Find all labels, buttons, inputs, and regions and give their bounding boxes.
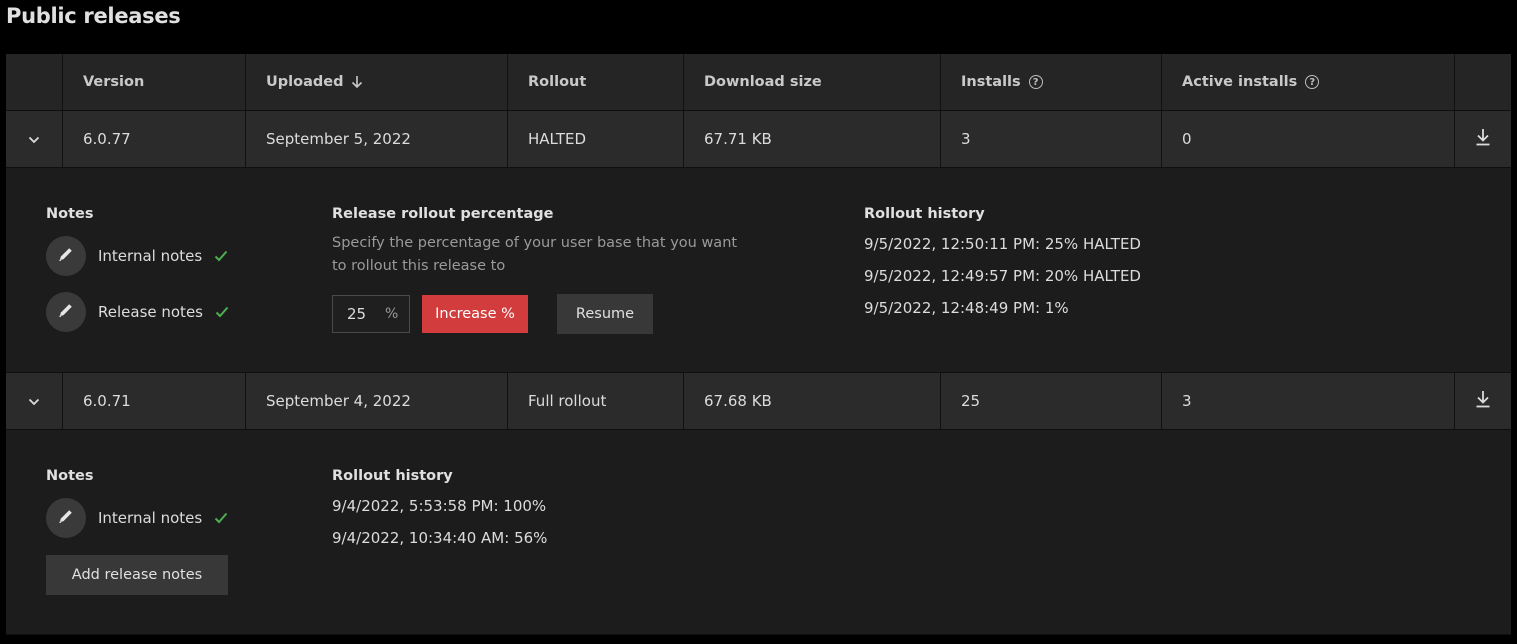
internal-notes-item[interactable]: Internal notes [46,236,228,276]
percentage-value[interactable]: 25 [347,305,377,323]
checkmark-icon [215,306,229,318]
rollout-history-title: Rollout history [332,468,453,484]
notes-title: Notes [46,206,94,222]
pencil-icon [57,301,75,323]
column-label: Active installs [1182,74,1298,90]
page-title: Public releases [6,4,181,28]
table-row[interactable]: 6.0.71 September 4, 2022 Full rollout 67… [6,373,1511,430]
note-label: Release notes [98,303,203,321]
resume-button[interactable]: Resume [557,294,653,334]
column-label: Uploaded [266,74,344,90]
rollout-history-entry: 9/4/2022, 10:34:40 AM: 56% [332,529,548,547]
edit-button[interactable] [46,292,86,332]
download-button[interactable] [1455,373,1511,429]
release-notes-item[interactable]: Release notes [46,292,229,332]
column-header-version[interactable]: Version [63,54,246,110]
column-header-download-size[interactable]: Download size [684,54,941,110]
expand-toggle[interactable] [6,111,63,167]
release-details: Notes Internal notes Add release notes R… [6,430,1511,635]
download-button[interactable] [1455,111,1511,167]
pencil-icon [57,245,75,267]
header-expand-col [6,54,63,110]
note-label: Internal notes [98,509,203,527]
column-header-rollout[interactable]: Rollout [508,54,684,110]
size-cell: 67.71 KB [684,111,941,167]
active-installs-cell: 3 [1162,373,1455,429]
edit-button[interactable] [46,498,86,538]
releases-table: Version Uploaded Rollout Download size I… [6,54,1511,635]
expand-toggle[interactable] [6,373,63,429]
checkmark-icon [214,512,228,524]
rollout-percentage-input[interactable]: 25 % [332,295,410,333]
installs-cell: 3 [941,111,1162,167]
checkmark-icon [214,250,228,262]
active-installs-cell: 0 [1162,111,1455,167]
version-cell: 6.0.71 [63,373,246,429]
rollout-percentage-title: Release rollout percentage [332,206,554,222]
uploaded-cell: September 5, 2022 [246,111,508,167]
column-header-active-installs[interactable]: Active installs ? [1162,54,1455,110]
column-label: Rollout [528,74,587,90]
uploaded-cell: September 4, 2022 [246,373,508,429]
help-icon[interactable]: ? [1028,75,1043,89]
column-label: Version [83,74,145,90]
add-release-notes-button[interactable]: Add release notes [46,555,228,595]
column-label: Installs [961,74,1021,90]
size-cell: 67.68 KB [684,373,941,429]
rollout-history-entry: 9/4/2022, 5:53:58 PM: 100% [332,497,547,515]
help-icon[interactable]: ? [1305,75,1320,89]
rollout-history-entry: 9/5/2022, 12:49:57 PM: 20% HALTED [864,267,1141,285]
sort-down-arrow-icon[interactable] [351,75,363,89]
rollout-history-entry: 9/5/2022, 12:50:11 PM: 25% HALTED [864,235,1141,253]
rollout-cell: Full rollout [508,373,684,429]
note-label: Internal notes [98,247,203,265]
edit-button[interactable] [46,236,86,276]
column-header-installs[interactable]: Installs ? [941,54,1162,110]
rollout-history-title: Rollout history [864,206,985,222]
version-cell: 6.0.77 [63,111,246,167]
notes-title: Notes [46,468,94,484]
column-header-uploaded[interactable]: Uploaded [246,54,508,110]
table-row[interactable]: 6.0.77 September 5, 2022 HALTED 67.71 KB… [6,111,1511,168]
chevron-down-icon[interactable] [28,130,40,148]
rollout-cell: HALTED [508,111,684,167]
chevron-down-icon[interactable] [28,392,40,410]
download-icon[interactable] [1475,128,1491,150]
pencil-icon [57,507,75,529]
rollout-history-entry: 9/5/2022, 12:48:49 PM: 1% [864,299,1069,317]
header-download-col [1455,54,1511,110]
table-header: Version Uploaded Rollout Download size I… [6,54,1511,111]
rollout-percentage-description: Specify the percentage of your user base… [332,235,738,274]
release-details: Notes Internal notes Release notes Relea… [6,168,1511,373]
increase-percent-button[interactable]: Increase % [422,295,528,333]
percent-sign: % [385,306,399,322]
column-label: Download size [704,74,822,90]
download-icon[interactable] [1475,390,1491,412]
installs-cell: 25 [941,373,1162,429]
internal-notes-item[interactable]: Internal notes [46,498,228,538]
